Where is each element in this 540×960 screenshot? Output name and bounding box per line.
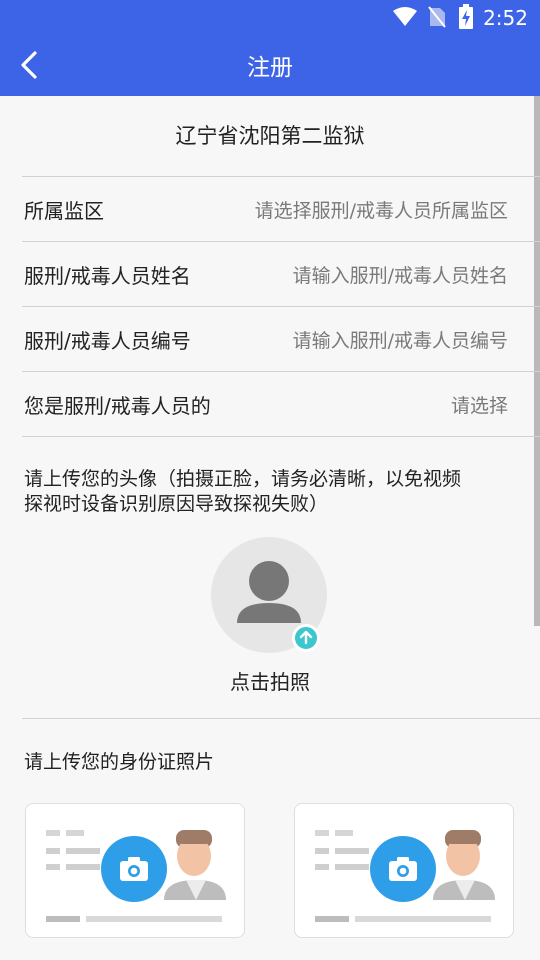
status-time: 2:52 xyxy=(483,6,528,30)
form-row-ward[interactable]: 所属监区 请选择服刑/戒毒人员所属监区 xyxy=(22,176,540,240)
inmate-number-input[interactable]: 请输入服刑/戒毒人员编号 xyxy=(293,326,508,353)
app-bar: 注册 xyxy=(0,34,540,96)
form-row-number[interactable]: 服刑/戒毒人员编号 请输入服刑/戒毒人员编号 xyxy=(22,306,540,370)
id-card-front-upload[interactable] xyxy=(25,803,245,938)
relation-label: 您是服刑/戒毒人员的 xyxy=(24,394,211,418)
id-card-back-upload[interactable] xyxy=(294,803,514,938)
inmate-name-label: 服刑/戒毒人员姓名 xyxy=(24,264,191,288)
camera-icon[interactable] xyxy=(370,836,436,902)
avatar-upload[interactable] xyxy=(211,537,327,653)
form-row-name[interactable]: 服刑/戒毒人员姓名 请输入服刑/戒毒人员姓名 xyxy=(22,241,540,305)
camera-icon[interactable] xyxy=(101,836,167,902)
id-prompt: 请上传您的身份证照片 xyxy=(24,751,215,773)
status-bar: 2:52 xyxy=(0,0,540,34)
inmate-number-label: 服刑/戒毒人员编号 xyxy=(24,329,191,353)
no-sim-icon xyxy=(428,6,446,28)
avatar-prompt: 请上传您的头像（拍摄正脸，请务必清晰，以免视频 探视时设备识别原因导致探视失败） xyxy=(24,467,461,517)
prison-name: 辽宁省沈阳第二监狱 xyxy=(175,124,365,148)
ward-select[interactable]: 请选择服刑/戒毒人员所属监区 xyxy=(255,196,508,223)
battery-charging-icon xyxy=(459,4,473,29)
form-row-relation[interactable]: 您是服刑/戒毒人员的 请选择 xyxy=(22,371,540,435)
avatar-prompt-line2: 探视时设备识别原因导致探视失败） xyxy=(24,493,329,515)
divider xyxy=(22,436,540,437)
relation-select[interactable]: 请选择 xyxy=(451,391,508,418)
avatar-prompt-line1: 请上传您的头像（拍摄正脸，请务必清晰，以免视频 xyxy=(24,468,462,490)
ward-label: 所属监区 xyxy=(24,199,104,223)
upload-arrow-icon xyxy=(299,630,313,645)
wifi-icon xyxy=(393,7,417,26)
take-photo-label[interactable]: 点击拍照 xyxy=(0,666,540,695)
upload-badge xyxy=(292,624,320,652)
inmate-name-input[interactable]: 请输入服刑/戒毒人员姓名 xyxy=(293,261,508,288)
page-title: 注册 xyxy=(247,55,293,81)
divider xyxy=(22,718,540,719)
